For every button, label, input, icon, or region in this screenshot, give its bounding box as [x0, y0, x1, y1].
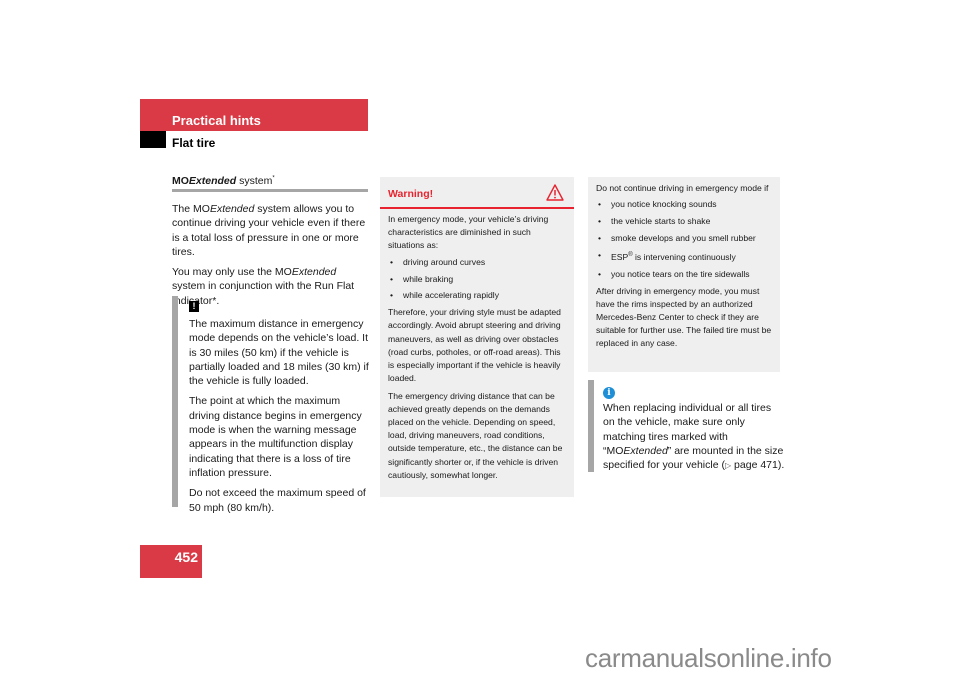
- warning-paragraph: The emergency driving distance that can …: [388, 390, 563, 480]
- info-text: When replacing individual or all tires o…: [603, 402, 785, 472]
- warning-box: Warning! In emergency mode, your vehicle…: [380, 177, 574, 497]
- list-item: while accelerating rapidly: [388, 289, 566, 302]
- info-icon: i: [603, 387, 615, 399]
- box-intro: Do not continue driving in emergency mod…: [596, 183, 769, 193]
- caution-notice: ! The maximum distance in emergency mode…: [172, 296, 369, 514]
- page-reference-link[interactable]: page 471).: [731, 459, 784, 471]
- notice-side-bar: [172, 296, 178, 507]
- list-item: you notice tears on the tire sidewalls: [596, 268, 772, 281]
- warning-title: Warning!: [388, 188, 434, 200]
- list-item: the vehicle starts to shake: [596, 215, 772, 228]
- subsection-title: Flat tire: [172, 136, 216, 150]
- notice-paragraph: The maximum distance in emergency mode d…: [189, 318, 369, 388]
- info-note: i When replacing individual or all tires…: [588, 380, 785, 472]
- list-item: while braking: [388, 273, 566, 286]
- watermark: carmanualsonline.info: [585, 643, 832, 673]
- box-paragraph: After driving in emergency mode, you mus…: [596, 285, 772, 349]
- page-number-badge: 452: [140, 545, 202, 578]
- list-item: you notice knocking sounds: [596, 198, 772, 211]
- page-number: 452: [174, 549, 198, 565]
- notice-paragraph: The point at which the maximum driving d…: [189, 395, 362, 479]
- emergency-mode-box: Do not continue driving in emergency mod…: [588, 177, 780, 372]
- section-heading: MOExtended system*: [172, 175, 368, 192]
- list-item: ESP® is intervening continuously: [596, 249, 772, 264]
- conditions-list: you notice knocking sounds the vehicle s…: [596, 198, 772, 281]
- subsection-marker: [140, 131, 166, 148]
- warning-paragraph: Therefore, your driving style must be ad…: [388, 307, 561, 384]
- exclamation-icon: !: [189, 301, 199, 312]
- warning-header: Warning!: [380, 177, 574, 209]
- section-title: Practical hints: [172, 113, 261, 128]
- info-side-bar: [588, 380, 594, 472]
- main-column: MOExtended system* The MOExtended system…: [172, 175, 368, 308]
- warning-intro: In emergency mode, your vehicle’s drivin…: [388, 214, 549, 251]
- list-item: driving around curves: [388, 256, 566, 269]
- warning-triangle-icon: [546, 184, 564, 201]
- list-item: smoke develops and you smell rubber: [596, 232, 772, 245]
- notice-paragraph: Do not exceed the maximum speed of 50 mp…: [189, 487, 366, 514]
- warning-bullet-list: driving around curves while braking whil…: [388, 256, 566, 303]
- intro-paragraph: The MOExtended system allows you to cont…: [172, 203, 366, 258]
